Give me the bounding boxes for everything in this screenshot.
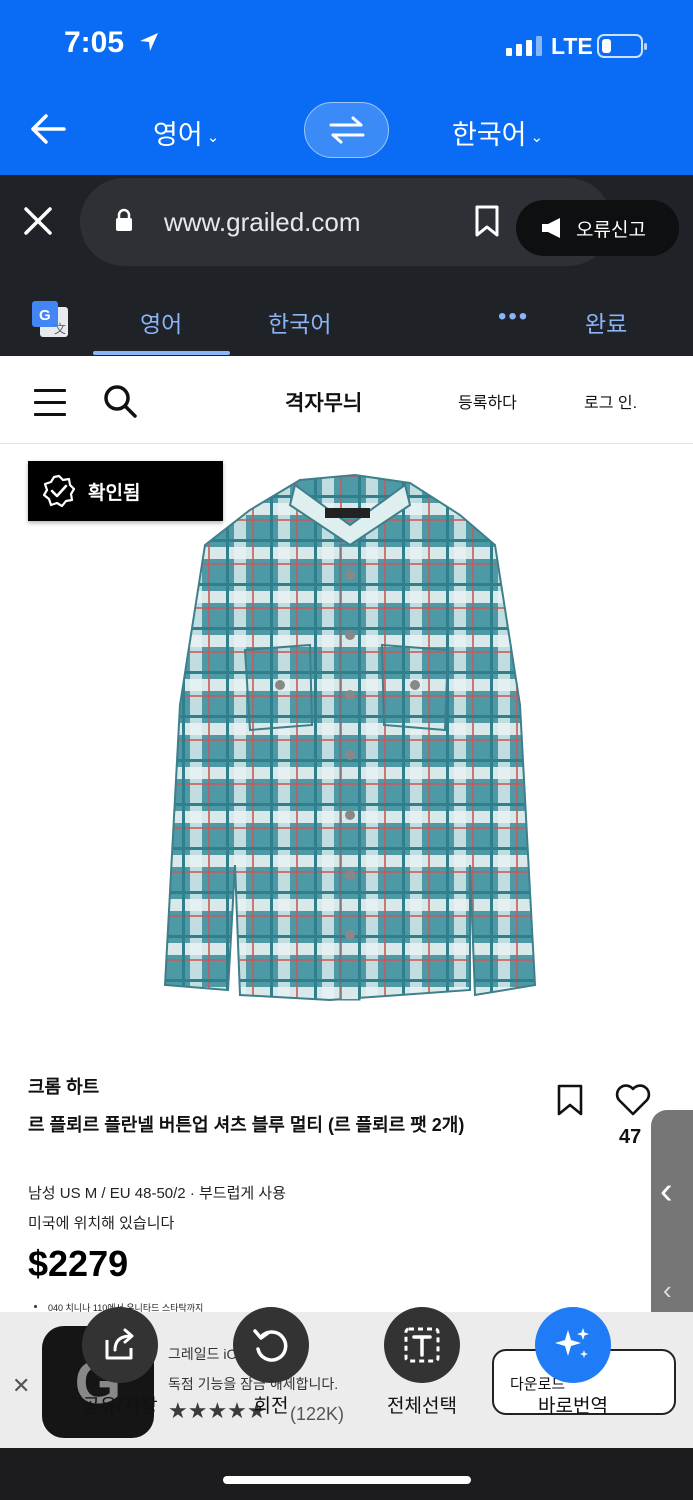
home-indicator[interactable] bbox=[223, 1476, 471, 1484]
product-image[interactable] bbox=[0, 445, 693, 1045]
tab-source-language[interactable]: 영어 bbox=[140, 305, 182, 339]
bookmark-icon[interactable] bbox=[474, 204, 500, 238]
source-language-select[interactable]: 영어 ⌄ bbox=[153, 113, 219, 152]
target-language-label: 한국어 bbox=[452, 120, 527, 150]
verified-label: 확인됨 bbox=[88, 482, 141, 504]
status-time: 7:05 bbox=[64, 26, 125, 59]
swap-languages-button[interactable] bbox=[304, 102, 389, 158]
lock-icon bbox=[116, 208, 132, 231]
instant-translate-label: 바로번역 bbox=[538, 1396, 608, 1417]
product-location: 미국에 위치해 있습니다 bbox=[28, 1215, 175, 1232]
product-brand[interactable]: 크롬 하트 bbox=[28, 1073, 99, 1099]
share-save-label: 공유/저장 bbox=[82, 1396, 158, 1417]
network-type: LTE bbox=[551, 33, 593, 59]
rotate-action[interactable]: 회전 bbox=[191, 1307, 351, 1418]
tab-target-language[interactable]: 한국어 bbox=[268, 305, 331, 339]
close-icon[interactable] bbox=[22, 205, 54, 237]
chevron-down-icon: ⌄ bbox=[206, 128, 220, 146]
swap-icon bbox=[329, 116, 364, 144]
battery-icon bbox=[597, 34, 647, 58]
translate-language-bar: 영어 ⌄ 한국어 ⌄ bbox=[0, 95, 693, 175]
google-translate-icon: G文 bbox=[32, 301, 68, 337]
site-header: 격자무늬 등록하다 로그 인. bbox=[0, 356, 693, 444]
signal-icon bbox=[506, 34, 542, 56]
more-options-button[interactable]: ••• bbox=[498, 303, 529, 331]
verified-check-icon bbox=[42, 474, 76, 508]
like-count: 47 bbox=[619, 1126, 642, 1148]
search-icon[interactable] bbox=[102, 383, 138, 419]
chevron-down-icon: ⌄ bbox=[530, 128, 544, 146]
active-tab-indicator bbox=[93, 351, 230, 355]
share-save-action[interactable]: 공유/저장 bbox=[40, 1307, 200, 1418]
save-bookmark-icon[interactable] bbox=[556, 1083, 584, 1117]
browser-bottom-bar bbox=[0, 1448, 693, 1500]
hamburger-menu-icon[interactable] bbox=[34, 389, 66, 425]
select-all-label: 전체선택 bbox=[387, 1396, 457, 1417]
back-arrow-icon[interactable] bbox=[28, 111, 68, 147]
side-panel-handle[interactable]: ‹ ‹ bbox=[651, 1110, 693, 1340]
svg-text:G: G bbox=[39, 307, 51, 324]
product-price: $2279 bbox=[28, 1243, 129, 1284]
login-link[interactable]: 로그 인. bbox=[584, 389, 637, 413]
share-icon bbox=[82, 1307, 158, 1383]
plaid-shirt-image bbox=[163, 473, 537, 1002]
chevron-left-icon: ‹ bbox=[663, 1275, 672, 1305]
browser-toolbar: www.grailed.com 오류신고 G文 영어 한국어 ••• 완료 bbox=[0, 175, 693, 356]
report-error-button[interactable]: 오류신고 bbox=[516, 200, 679, 256]
product-info: 크롬 하트 르 플뢰르 플란넬 버튼업 셔츠 블루 멀티 (르 플뢰르 팻 2개… bbox=[0, 1045, 693, 1315]
url-text[interactable]: www.grailed.com bbox=[164, 207, 361, 238]
megaphone-icon bbox=[542, 218, 560, 238]
source-language-label: 영어 bbox=[153, 120, 203, 150]
product-title: 르 플뢰르 플란넬 버튼업 셔츠 블루 멀티 (르 플뢰르 팻 2개) bbox=[28, 1115, 465, 1135]
signup-link[interactable]: 등록하다 bbox=[458, 389, 517, 413]
select-all-icon bbox=[384, 1307, 460, 1383]
instant-translate-action[interactable]: 바로번역 bbox=[493, 1307, 653, 1418]
report-error-label: 오류신고 bbox=[576, 219, 646, 241]
svg-text:文: 文 bbox=[54, 321, 66, 336]
rotate-label: 회전 bbox=[253, 1396, 289, 1417]
site-logo[interactable]: 격자무늬 bbox=[285, 387, 362, 417]
location-arrow-icon bbox=[140, 33, 158, 51]
heart-icon[interactable] bbox=[614, 1083, 652, 1117]
product-size-condition: 남성 US M / EU 48-50/2 · 부드럽게 사용 bbox=[28, 1185, 286, 1202]
select-all-action[interactable]: 전체선택 bbox=[342, 1307, 502, 1418]
bullet bbox=[34, 1305, 37, 1308]
sparkle-icon bbox=[535, 1307, 611, 1383]
chevron-left-icon: ‹ bbox=[660, 1170, 673, 1212]
verified-badge: 확인됨 bbox=[28, 461, 223, 521]
done-button[interactable]: 완료 bbox=[585, 305, 627, 339]
rotate-icon bbox=[233, 1307, 309, 1383]
close-banner-icon[interactable]: ✕ bbox=[12, 1373, 30, 1399]
status-bar: 7:05 LTE bbox=[0, 0, 693, 95]
target-language-select[interactable]: 한국어 ⌄ bbox=[452, 113, 543, 152]
